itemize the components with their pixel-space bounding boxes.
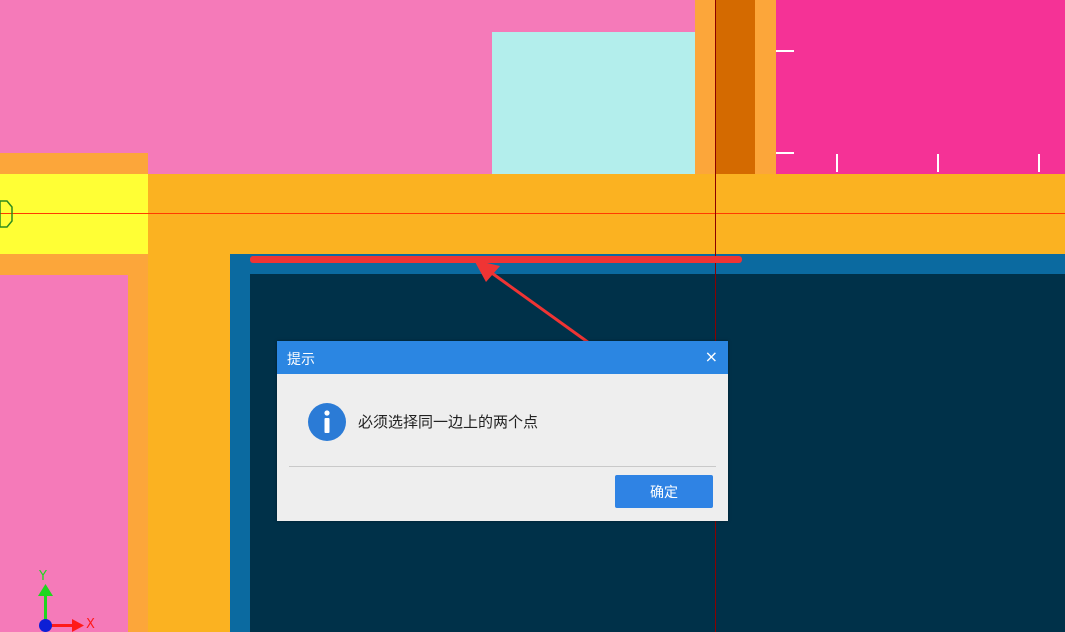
dialog-title: 提示 (287, 352, 315, 368)
axis-line-horizontal (0, 213, 1065, 214)
dialog-divider (289, 466, 716, 467)
close-icon[interactable]: × (705, 347, 718, 366)
wall-vertical[interactable] (148, 254, 230, 632)
axis-line-vertical (715, 0, 716, 632)
room-pink-left (0, 275, 128, 632)
dimension-tick (776, 50, 794, 52)
dialog-header[interactable]: 提示 × (277, 341, 728, 374)
dialog-message: 必须选择同一边上的两个点 (358, 413, 539, 431)
x-arrow-icon (72, 619, 84, 632)
x-axis-label: X (86, 617, 95, 632)
slab-frame-top (736, 254, 1065, 274)
dimension-tick (776, 152, 794, 154)
dimension-tick (937, 154, 939, 172)
dimension-tick (836, 154, 838, 172)
beam-yellow[interactable] (0, 174, 148, 254)
info-icon (308, 403, 346, 441)
ok-button[interactable]: 确定 (615, 475, 713, 508)
alert-dialog: 提示 × 必须选择同一边上的两个点 确定 (277, 341, 728, 521)
axis-origin (39, 619, 52, 632)
room-cyan (492, 32, 695, 175)
dimension-tick (1038, 154, 1040, 172)
y-arrow-icon (38, 584, 53, 596)
node-marker-icon[interactable] (0, 199, 16, 229)
wall-horizontal-right[interactable] (755, 174, 1065, 254)
room-magenta (776, 0, 1065, 175)
y-axis-label: Y (39, 569, 47, 584)
